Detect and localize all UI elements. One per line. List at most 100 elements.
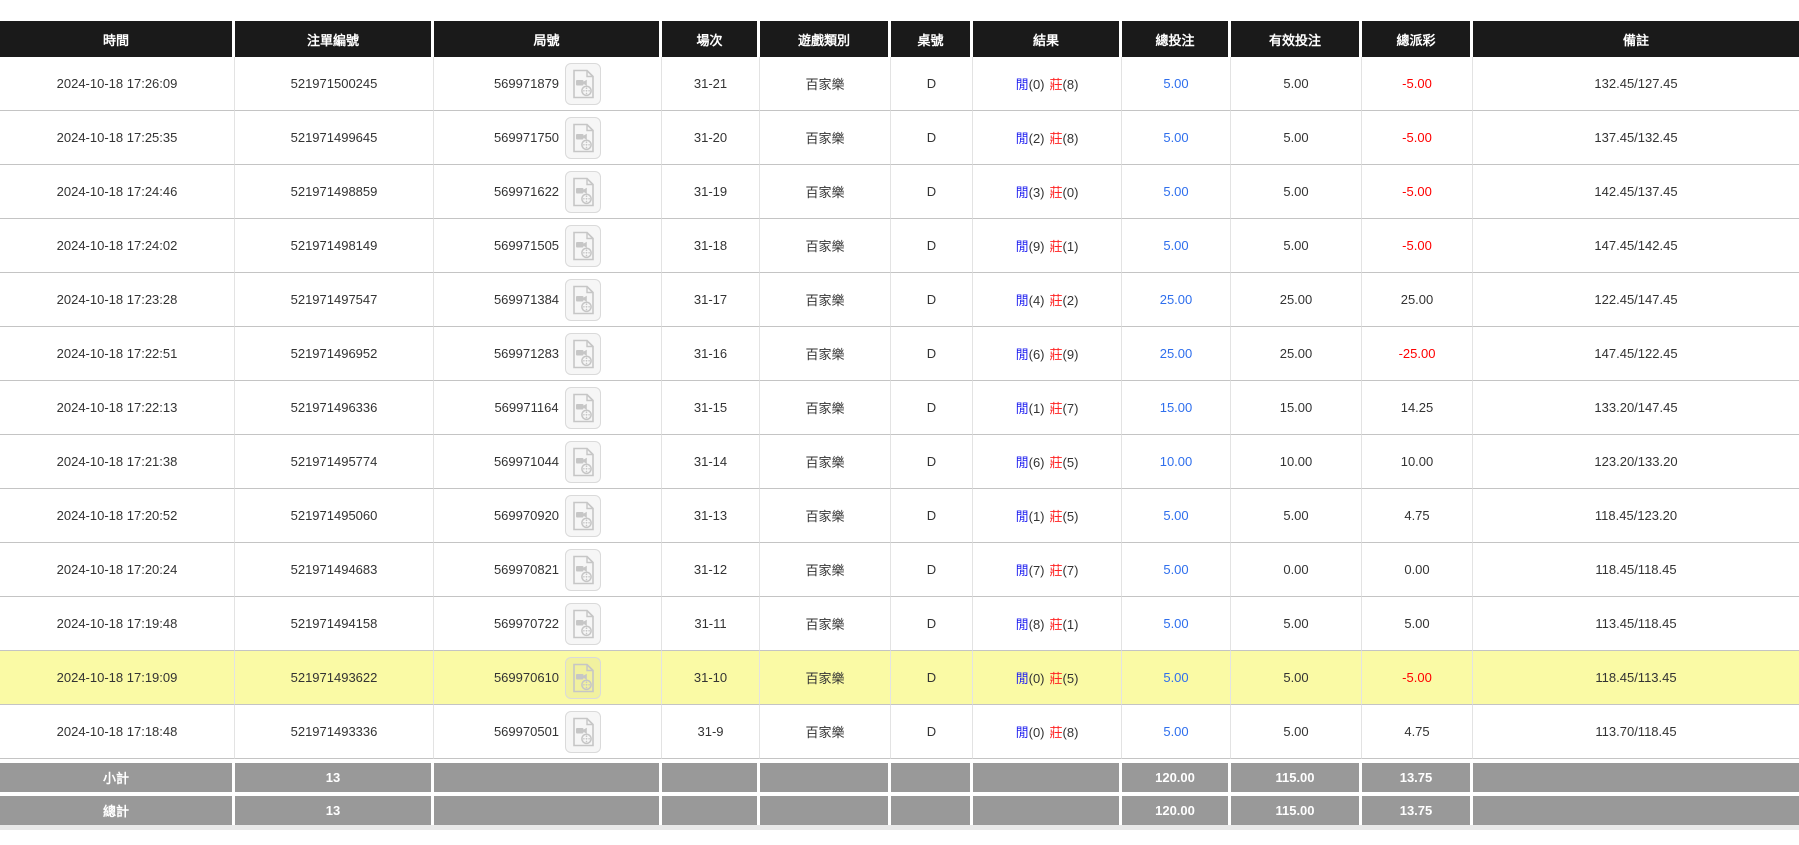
remark-cell: 113.45/118.45 bbox=[1473, 597, 1799, 651]
valid-bet-cell: 5.00 bbox=[1231, 219, 1362, 273]
table-header-row: 時間 注單編號 局號 場次 遊戲類別 桌號 結果 總投注 有效投注 總派彩 備註 bbox=[0, 21, 1799, 57]
round-cell: 569971750 bbox=[434, 111, 662, 165]
table-row[interactable]: 2024-10-18 17:22:13 521971496336 5699711… bbox=[0, 381, 1799, 435]
result-cell: 閒(0)莊(5) bbox=[973, 651, 1122, 705]
table-row[interactable]: 2024-10-18 17:18:48 521971493336 5699705… bbox=[0, 705, 1799, 759]
total-bet-cell: 10.00 bbox=[1122, 435, 1231, 489]
round-cell: 569971164 bbox=[434, 381, 662, 435]
result-cell: 閒(0)莊(8) bbox=[973, 57, 1122, 111]
table-row[interactable]: 2024-10-18 17:19:09 521971493622 5699706… bbox=[0, 651, 1799, 705]
video-replay-button[interactable] bbox=[565, 657, 601, 699]
table-row[interactable]: 2024-10-18 17:24:02 521971498149 5699715… bbox=[0, 219, 1799, 273]
video-file-icon bbox=[570, 717, 596, 747]
video-replay-button[interactable] bbox=[565, 711, 601, 753]
video-file-icon bbox=[570, 231, 596, 261]
banker-result-label: 莊 bbox=[1050, 185, 1063, 200]
video-file-icon bbox=[570, 609, 596, 639]
banker-result-score: (0) bbox=[1063, 185, 1079, 200]
column-header-total-bet: 總投注 bbox=[1122, 21, 1231, 57]
total-bet-cell: 25.00 bbox=[1122, 273, 1231, 327]
banker-result-label: 莊 bbox=[1050, 725, 1063, 740]
table-no-cell: D bbox=[891, 219, 973, 273]
remark-cell: 142.45/137.45 bbox=[1473, 165, 1799, 219]
session-cell: 31-20 bbox=[662, 111, 760, 165]
banker-result-label: 莊 bbox=[1050, 509, 1063, 524]
result-cell: 閒(2)莊(8) bbox=[973, 111, 1122, 165]
bet-history-page: 時間 注單編號 局號 場次 遊戲類別 桌號 結果 總投注 有效投注 總派彩 備註… bbox=[0, 0, 1799, 830]
bet-id-cell: 521971500245 bbox=[235, 57, 434, 111]
round-cell: 569970610 bbox=[434, 651, 662, 705]
video-replay-button[interactable] bbox=[565, 549, 601, 591]
round-number: 569971505 bbox=[494, 238, 559, 253]
video-replay-button[interactable] bbox=[565, 333, 601, 375]
table-row[interactable]: 2024-10-18 17:26:09 521971500245 5699718… bbox=[0, 57, 1799, 111]
payout-cell: -5.00 bbox=[1362, 165, 1473, 219]
round-cell: 569971879 bbox=[434, 57, 662, 111]
video-replay-button[interactable] bbox=[565, 441, 601, 483]
remark-cell: 133.20/147.45 bbox=[1473, 381, 1799, 435]
column-header-table-no: 桌號 bbox=[891, 21, 973, 57]
result-cell: 閒(7)莊(7) bbox=[973, 543, 1122, 597]
remark-cell: 147.45/122.45 bbox=[1473, 327, 1799, 381]
player-result-score: (9) bbox=[1029, 239, 1045, 254]
banker-result-label: 莊 bbox=[1050, 347, 1063, 362]
game-type-cell: 百家樂 bbox=[760, 273, 891, 327]
table-row[interactable]: 2024-10-18 17:22:51 521971496952 5699712… bbox=[0, 327, 1799, 381]
total-empty-game-type bbox=[760, 792, 891, 825]
total-bet-cell: 5.00 bbox=[1122, 489, 1231, 543]
round-cell: 569971283 bbox=[434, 327, 662, 381]
banker-result-label: 莊 bbox=[1050, 401, 1063, 416]
session-cell: 31-12 bbox=[662, 543, 760, 597]
payout-cell: -5.00 bbox=[1362, 111, 1473, 165]
payout-cell: -5.00 bbox=[1362, 219, 1473, 273]
game-type-cell: 百家樂 bbox=[760, 543, 891, 597]
round-number: 569970722 bbox=[494, 616, 559, 631]
banker-result-label: 莊 bbox=[1050, 131, 1063, 146]
banker-result-score: (1) bbox=[1063, 617, 1079, 632]
table-row[interactable]: 2024-10-18 17:19:48 521971494158 5699707… bbox=[0, 597, 1799, 651]
video-file-icon bbox=[570, 339, 596, 369]
video-replay-button[interactable] bbox=[565, 387, 601, 429]
player-result-label: 閒 bbox=[1016, 455, 1029, 470]
table-row[interactable]: 2024-10-18 17:24:46 521971498859 5699716… bbox=[0, 165, 1799, 219]
payout-cell: 14.25 bbox=[1362, 381, 1473, 435]
banker-result-label: 莊 bbox=[1050, 239, 1063, 254]
banker-result-score: (7) bbox=[1063, 401, 1079, 416]
total-empty-session bbox=[662, 792, 760, 825]
player-result-score: (0) bbox=[1029, 77, 1045, 92]
time-cell: 2024-10-18 17:26:09 bbox=[0, 57, 235, 111]
video-file-icon bbox=[570, 393, 596, 423]
subtotal-payout: 13.75 bbox=[1362, 759, 1473, 792]
session-cell: 31-15 bbox=[662, 381, 760, 435]
table-no-cell: D bbox=[891, 165, 973, 219]
video-replay-button[interactable] bbox=[565, 225, 601, 267]
round-cell: 569971384 bbox=[434, 273, 662, 327]
round-number: 569971164 bbox=[494, 400, 558, 415]
round-cell: 569971622 bbox=[434, 165, 662, 219]
table-row[interactable]: 2024-10-18 17:20:52 521971495060 5699709… bbox=[0, 489, 1799, 543]
video-replay-button[interactable] bbox=[565, 279, 601, 321]
video-replay-button[interactable] bbox=[565, 603, 601, 645]
valid-bet-cell: 25.00 bbox=[1231, 327, 1362, 381]
total-empty-remark bbox=[1473, 792, 1799, 825]
result-cell: 閒(3)莊(0) bbox=[973, 165, 1122, 219]
player-result-label: 閒 bbox=[1016, 671, 1029, 686]
player-result-score: (0) bbox=[1029, 671, 1045, 686]
video-replay-button[interactable] bbox=[565, 171, 601, 213]
player-result-score: (6) bbox=[1029, 455, 1045, 470]
table-row[interactable]: 2024-10-18 17:21:38 521971495774 5699710… bbox=[0, 435, 1799, 489]
table-row[interactable]: 2024-10-18 17:20:24 521971494683 5699708… bbox=[0, 543, 1799, 597]
video-replay-button[interactable] bbox=[565, 117, 601, 159]
video-replay-button[interactable] bbox=[565, 63, 601, 105]
table-row[interactable]: 2024-10-18 17:25:35 521971499645 5699717… bbox=[0, 111, 1799, 165]
round-cell: 569970920 bbox=[434, 489, 662, 543]
player-result-label: 閒 bbox=[1016, 293, 1029, 308]
banker-result-label: 莊 bbox=[1050, 293, 1063, 308]
banker-result-score: (8) bbox=[1063, 77, 1079, 92]
video-replay-button[interactable] bbox=[565, 495, 601, 537]
round-cell: 569971044 bbox=[434, 435, 662, 489]
valid-bet-cell: 25.00 bbox=[1231, 273, 1362, 327]
table-row[interactable]: 2024-10-18 17:23:28 521971497547 5699713… bbox=[0, 273, 1799, 327]
player-result-score: (3) bbox=[1029, 185, 1045, 200]
valid-bet-cell: 5.00 bbox=[1231, 165, 1362, 219]
